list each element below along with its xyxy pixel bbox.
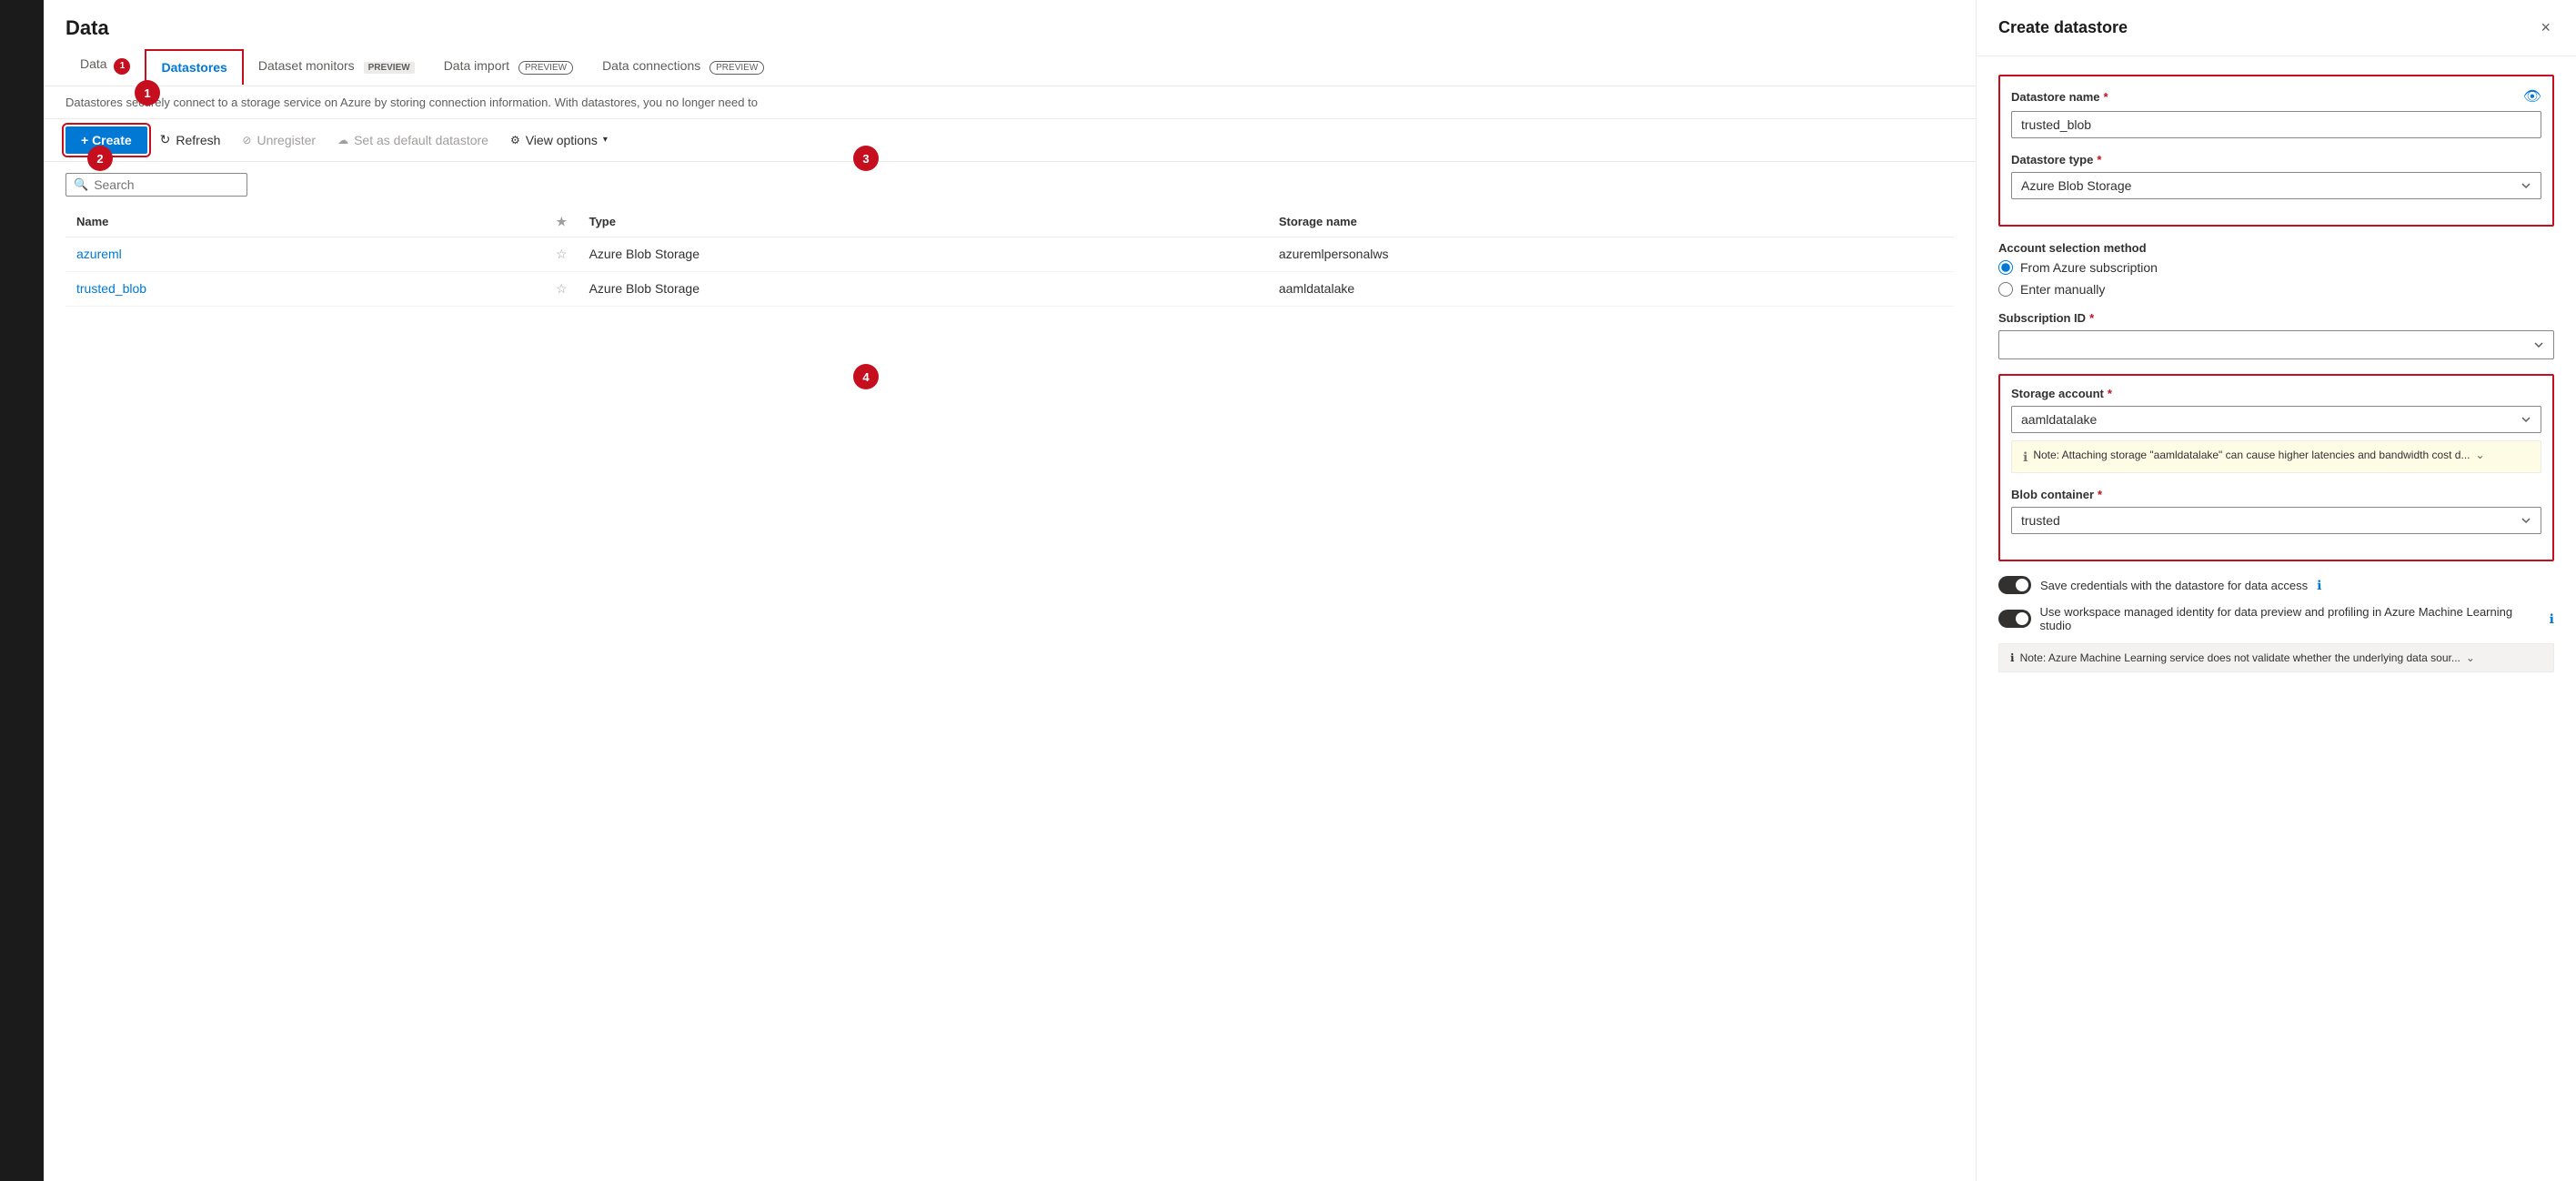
tab-data[interactable]: Data 1	[65, 47, 145, 86]
blob-container-label: Blob container *	[2011, 488, 2541, 501]
panel-close-button[interactable]: ×	[2537, 15, 2554, 41]
required-blob: *	[2098, 488, 2102, 501]
set-default-button[interactable]: ☁ Set as default datastore	[328, 127, 498, 153]
col-type: Type	[579, 207, 1268, 237]
storage-account-select[interactable]: aamldatalake	[2011, 406, 2541, 433]
storage-account-label: Storage account *	[2011, 387, 2541, 400]
save-credentials-row: Save credentials with the datastore for …	[1998, 576, 2554, 594]
chevron-down-icon: ▾	[603, 135, 608, 145]
datastore-table: Name ★ Type Storage name azureml ☆ Azure…	[65, 207, 1954, 307]
note-expand-button[interactable]: ⌄	[2475, 449, 2484, 461]
col-name: Name	[65, 207, 545, 237]
tab-dataset-monitors[interactable]: Dataset monitors PREVIEW	[244, 49, 429, 84]
blob-container-field: Blob container * trusted	[2011, 488, 2541, 534]
bottom-note-text: Note: Azure Machine Learning service doe…	[2020, 651, 2460, 664]
account-selection-field: Account selection method From Azure subs…	[1998, 241, 2554, 297]
required-type: *	[2097, 153, 2101, 167]
datastore-type-field: Datastore type * Azure Blob Storage	[2011, 153, 2541, 199]
datastore-name-label: Datastore name * 👁	[2011, 87, 2541, 106]
datastore-link-azureml[interactable]: azureml	[76, 247, 122, 261]
radio-azure-subscription[interactable]: From Azure subscription	[1998, 260, 2554, 275]
bottom-note-expand-button[interactable]: ⌄	[2466, 651, 2475, 664]
refresh-icon: ↻	[160, 132, 171, 147]
tab-datastores[interactable]: Datastores	[145, 49, 243, 85]
required-storage: *	[2108, 387, 2112, 400]
search-box[interactable]: 🔍	[65, 173, 247, 197]
save-credentials-info-button[interactable]: ℹ	[2317, 578, 2321, 593]
managed-identity-info-button[interactable]: ℹ	[2550, 611, 2554, 627]
tab-data-import[interactable]: Data import PREVIEW	[429, 49, 588, 84]
view-options-button[interactable]: ⚙ View options ▾	[501, 127, 617, 153]
datastore-link-trusted[interactable]: trusted_blob	[76, 281, 146, 296]
info-icon-bottom: ℹ	[2010, 651, 2015, 664]
subscription-id-field: Subscription ID *	[1998, 311, 2554, 359]
panel-title: Create datastore	[1998, 18, 2128, 37]
storage-account-field: Storage account * aamldatalake ℹ Note: A…	[2011, 387, 2541, 473]
save-credentials-label: Save credentials with the datastore for …	[2040, 579, 2308, 592]
managed-identity-slider	[1998, 610, 2031, 628]
table-row: azureml ☆ Azure Blob Storage azuremlpers…	[65, 237, 1954, 271]
required-indicator: *	[2104, 90, 2108, 104]
radio-manual-input[interactable]	[1998, 282, 2013, 297]
tab-data-import-badge: PREVIEW	[518, 61, 573, 75]
star-trusted[interactable]: ☆	[545, 271, 579, 306]
radio-azure-input[interactable]	[1998, 260, 2013, 275]
save-credentials-toggle[interactable]	[1998, 576, 2031, 594]
tab-dataset-monitors-badge: PREVIEW	[364, 62, 415, 74]
datastore-type-select[interactable]: Azure Blob Storage	[2011, 172, 2541, 199]
eye-icon-button[interactable]: 👁	[2523, 87, 2541, 106]
type-trusted: Azure Blob Storage	[579, 271, 1268, 306]
tab-data-badge: 1	[114, 58, 130, 75]
page-title: Data	[44, 0, 1976, 47]
toolbar: + Create ↻ Refresh ⊘ Unregister ☁ Set as…	[44, 119, 1976, 162]
star-azureml[interactable]: ☆	[545, 237, 579, 271]
account-selection-label: Account selection method	[1998, 241, 2554, 255]
tabs-nav: Data 1 Datastores Dataset monitors PREVI…	[44, 47, 1976, 86]
step-4-badge: 4	[853, 364, 879, 389]
datastore-name-input[interactable]	[2011, 111, 2541, 138]
subscription-id-select[interactable]	[1998, 330, 2554, 359]
section-name-type: Datastore name * 👁 Datastore type * Azur…	[1998, 75, 2554, 227]
save-credentials-slider	[1998, 576, 2031, 594]
storage-note-box: ℹ Note: Attaching storage "aamldatalake"…	[2011, 440, 2541, 473]
storage-trusted: aamldatalake	[1268, 271, 1954, 306]
view-options-icon: ⚙	[510, 134, 520, 146]
radio-manual[interactable]: Enter manually	[1998, 282, 2554, 297]
create-datastore-panel: Create datastore × Datastore name * 👁 Da…	[1976, 0, 2576, 1181]
info-icon-storage: ℹ	[2023, 449, 2028, 465]
managed-identity-row: Use workspace managed identity for data …	[1998, 605, 2554, 632]
managed-identity-label: Use workspace managed identity for data …	[2040, 605, 2541, 632]
description-text: Datastores securely connect to a storage…	[44, 86, 1976, 119]
table-area: 🔍 Name ★ Type Storage name azureml ☆	[44, 162, 1976, 1181]
tab-data-connections-badge: PREVIEW	[709, 61, 764, 75]
search-input[interactable]	[94, 177, 239, 192]
radio-group-account: From Azure subscription Enter manually	[1998, 260, 2554, 297]
step-1-badge: 1	[135, 80, 160, 106]
step-2-badge: 2	[87, 146, 113, 171]
type-azureml: Azure Blob Storage	[579, 237, 1268, 271]
tab-data-connections[interactable]: Data connections PREVIEW	[588, 49, 779, 84]
managed-identity-toggle[interactable]	[1998, 610, 2031, 628]
table-row: trusted_blob ☆ Azure Blob Storage aamlda…	[65, 271, 1954, 306]
unregister-icon: ⊘	[242, 134, 251, 146]
search-icon: 🔍	[74, 177, 88, 192]
set-default-icon: ☁	[337, 134, 348, 146]
storage-note-text: Note: Attaching storage "aamldatalake" c…	[2033, 449, 2470, 461]
col-storage: Storage name	[1268, 207, 1954, 237]
datastore-type-label: Datastore type *	[2011, 153, 2541, 167]
step-3-badge: 3	[853, 146, 879, 171]
datastore-name-field: Datastore name * 👁	[2011, 87, 2541, 138]
required-sub: *	[2089, 311, 2094, 325]
col-star: ★	[545, 207, 579, 237]
sidebar	[0, 0, 44, 1181]
blob-container-select[interactable]: trusted	[2011, 507, 2541, 534]
bottom-note-box: ℹ Note: Azure Machine Learning service d…	[1998, 643, 2554, 672]
section-storage: Storage account * aamldatalake ℹ Note: A…	[1998, 374, 2554, 561]
refresh-button[interactable]: ↻ Refresh	[151, 126, 230, 153]
panel-body: Datastore name * 👁 Datastore type * Azur…	[1977, 56, 2576, 1181]
unregister-button[interactable]: ⊘ Unregister	[233, 127, 325, 153]
subscription-id-label: Subscription ID *	[1998, 311, 2554, 325]
panel-header: Create datastore ×	[1977, 0, 2576, 56]
storage-azureml: azuremlpersonalws	[1268, 237, 1954, 271]
